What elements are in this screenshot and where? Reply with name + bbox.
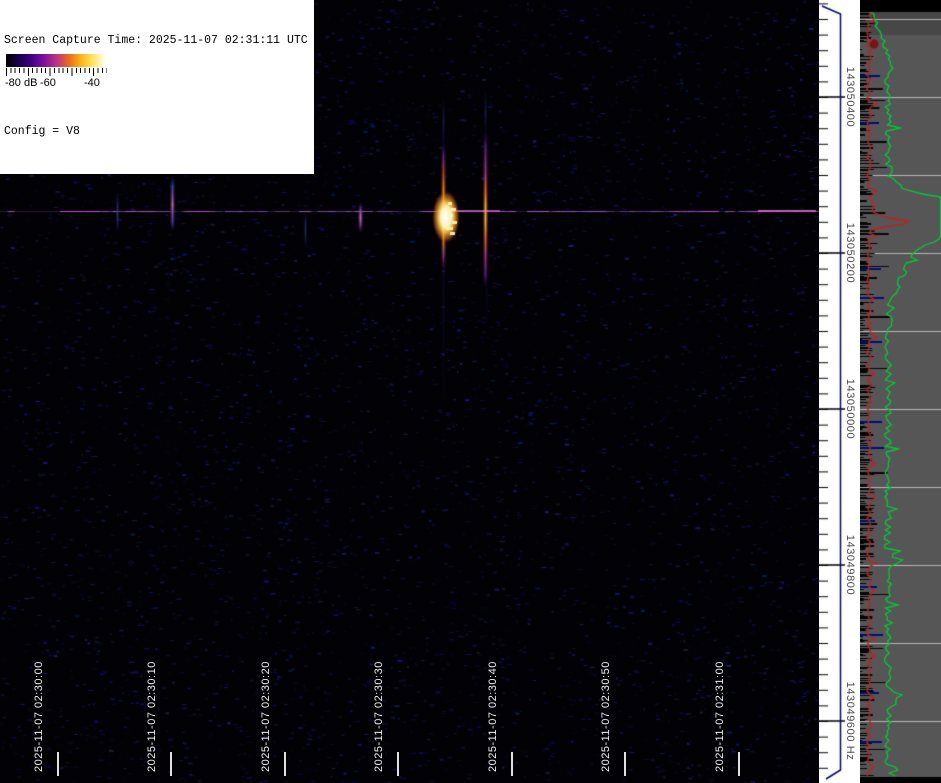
- time-tick-mark: [170, 752, 172, 776]
- spectrum-side-panel-canvas: [860, 0, 941, 783]
- colorbar-labels: -80 dB -60 -40: [3, 77, 110, 91]
- colorbar-max-label: -40: [84, 77, 100, 89]
- time-tick-label: 2025-11-07 02:30:00: [33, 661, 45, 772]
- time-tick-label: 2025-11-07 02:30:10: [146, 661, 158, 772]
- time-tick-label: 2025-11-07 02:31:00: [714, 661, 726, 772]
- frequency-tick-label: 143050400: [844, 67, 856, 127]
- time-tick-label: 2025-11-07 02:30:40: [487, 661, 499, 772]
- capture-time-text: Screen Capture Time: 2025-11-07 02:31:11…: [4, 33, 308, 48]
- time-tick-mark: [284, 752, 286, 776]
- colorbar-gradient: [6, 54, 106, 67]
- time-tick-label: 2025-11-07 02:30:30: [373, 661, 385, 772]
- time-tick-label: 2025-11-07 02:30:20: [260, 661, 272, 772]
- colorbar-mid-label: -60: [40, 77, 56, 89]
- frequency-tick-label: 143049800: [844, 535, 856, 595]
- frequency-tick-label: 143049600 Hz: [844, 682, 856, 761]
- colorbar-min-label: -80 dB: [5, 77, 37, 89]
- colorbar-legend: -80 dB -60 -40: [3, 51, 110, 93]
- time-tick-mark: [511, 752, 513, 776]
- frequency-tick-label: 143050000: [844, 379, 856, 439]
- frequency-tick-label: 143050200: [844, 223, 856, 283]
- time-tick-mark: [624, 752, 626, 776]
- time-tick-mark: [57, 752, 59, 776]
- capture-config-text: Config = V8: [4, 124, 308, 139]
- time-tick-mark: [738, 752, 740, 776]
- time-tick-mark: [397, 752, 399, 776]
- screen-capture-root: Screen Capture Time: 2025-11-07 02:31:11…: [0, 0, 941, 783]
- time-tick-label: 2025-11-07 02:30:50: [600, 661, 612, 772]
- colorbar-tick-ruler: [6, 68, 107, 76]
